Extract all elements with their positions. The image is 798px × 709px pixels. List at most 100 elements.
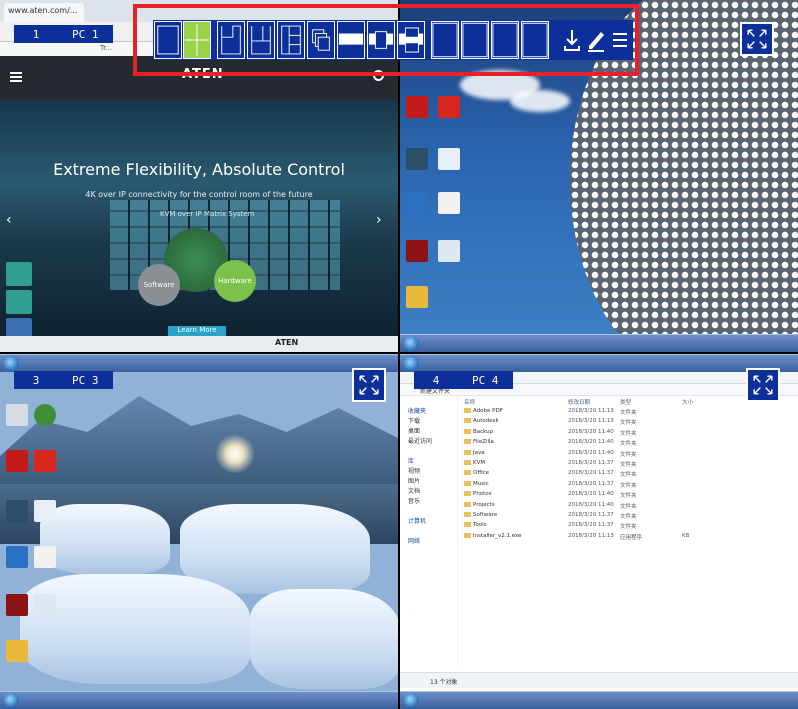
pen-button[interactable] — [585, 26, 607, 54]
expand-view-button[interactable] — [352, 368, 386, 402]
port-number: 1 — [32, 27, 40, 41]
nav-item[interactable]: 文档 — [400, 486, 457, 496]
header-size[interactable]: 大小 — [682, 398, 693, 406]
nav-item[interactable]: 收藏夹 — [400, 406, 457, 416]
file-row[interactable]: Tools 2018/3/20 11:37 文件夹 — [464, 522, 794, 532]
file-row[interactable]: Office 2018/3/20 11:37 文件夹 — [464, 470, 794, 480]
pip-multi-icon — [251, 26, 271, 55]
port-1-layout-button[interactable] — [431, 21, 459, 59]
taskbar — [0, 691, 398, 709]
desktop-icon-adobe[interactable] — [402, 96, 432, 120]
port-4-view[interactable]: 新建文件夹 收藏夹 下载 桌面 最近访问库视频 图片 文档 音乐 计算机 网络 名称 修改日期 … — [400, 354, 798, 709]
start-button[interactable] — [4, 693, 19, 708]
store-icon[interactable] — [6, 290, 32, 314]
nav-item[interactable]: 桌面 — [400, 426, 457, 436]
file-date: 2018/3/20 11:37 — [568, 480, 614, 487]
kvm-multiview-screen: www.aten.com/... Tr... ATEN Extreme Flex… — [0, 0, 798, 709]
desktop-icon-app[interactable] — [402, 240, 432, 264]
desktop-icon-doc[interactable] — [434, 148, 464, 172]
cascade-icon — [312, 29, 330, 51]
nav-item[interactable]: 网络 — [400, 536, 457, 546]
desktop-icon-camera[interactable] — [2, 500, 32, 524]
grid-three-button[interactable] — [277, 21, 305, 59]
menu-button[interactable] — [609, 26, 631, 54]
start-button[interactable] — [4, 356, 19, 371]
nav-item[interactable]: 图片 — [400, 476, 457, 486]
file-name: Tools — [464, 522, 487, 528]
nav-item[interactable]: 计算机 — [400, 516, 457, 526]
expand-view-button[interactable] — [746, 368, 780, 402]
desktop-icon-network[interactable] — [2, 546, 32, 570]
desktop-icon-app[interactable] — [2, 594, 32, 618]
nav-item[interactable]: 最近访问 — [400, 436, 457, 446]
pip-top-right-button[interactable] — [217, 21, 245, 59]
hero-caption: KVM over IP Matrix System — [160, 210, 255, 218]
browser-tab[interactable]: www.aten.com/... — [4, 3, 84, 22]
desktop-icon-adobe[interactable] — [2, 450, 32, 474]
start-button[interactable] — [404, 356, 419, 371]
file-row[interactable]: Java 2018/3/20 11:40 文件夹 — [464, 449, 794, 460]
folder-icon — [464, 480, 471, 486]
desktop-icon-doc[interactable] — [30, 500, 60, 524]
file-row[interactable]: Software 2018/3/20 11:37 文件夹 — [464, 511, 794, 522]
wallpaper-sun — [215, 434, 255, 474]
carousel-prev-icon[interactable]: ‹ — [6, 212, 12, 228]
nav-item[interactable]: 视频 — [400, 466, 457, 476]
file-name: Music — [464, 480, 489, 487]
location-icon[interactable] — [6, 262, 32, 286]
desktop-icon-folder[interactable] — [402, 286, 432, 310]
desktop-icon-file[interactable] — [30, 594, 60, 618]
split-horizontal-button[interactable] — [337, 21, 365, 59]
quad-view-button[interactable] — [183, 21, 211, 59]
file-row[interactable]: Music 2018/3/20 11:37 文件夹 — [464, 480, 794, 491]
nav-item[interactable]: 库 — [400, 456, 457, 466]
port-label-1: 1 PC 1 — [14, 25, 113, 43]
header-type[interactable]: 类型 — [620, 398, 631, 406]
nav-item[interactable]: 音乐 — [400, 496, 457, 506]
desktop-icon-pdf[interactable] — [30, 546, 60, 570]
single-view-button[interactable] — [154, 21, 182, 59]
download-button[interactable] — [561, 26, 583, 54]
file-name: Office — [464, 470, 489, 476]
port-4-layout-button[interactable] — [521, 21, 549, 59]
cascade-button[interactable] — [307, 21, 335, 59]
page-footer-strip: ATEN — [0, 336, 398, 352]
desktop-icon-filezilla[interactable] — [434, 96, 464, 120]
pip-multi-button[interactable] — [247, 21, 275, 59]
file-type: 文件夹 — [620, 420, 637, 427]
desktop-icon-file[interactable] — [434, 240, 464, 264]
file-row[interactable]: Projects 2018/3/20 11:40 文件夹 — [464, 501, 794, 512]
desktop-icon-filezilla[interactable] — [30, 450, 60, 474]
start-button[interactable] — [404, 336, 419, 351]
desktop-icon-pdf[interactable] — [434, 192, 464, 216]
port-2-layout-button[interactable] — [461, 21, 489, 59]
desktop-icon-network[interactable] — [402, 192, 432, 216]
header-date[interactable]: 修改日期 — [568, 398, 590, 406]
split-triple-button[interactable] — [397, 21, 425, 59]
desktop-icon-chrome[interactable] — [30, 404, 60, 428]
hamburger-menu-icon[interactable] — [10, 72, 22, 82]
file-name: KVM — [464, 459, 485, 466]
file-row[interactable]: Photos 2018/3/20 11:40 文件夹 — [464, 491, 794, 501]
file-row[interactable]: KVM 2018/3/20 11:37 文件夹 — [464, 459, 794, 470]
file-row[interactable]: Backup 2018/3/20 11:40 文件夹 — [464, 428, 794, 439]
nav-item[interactable]: 下载 — [400, 416, 457, 426]
split-horizontal-center-button[interactable] — [367, 21, 395, 59]
port-3-view[interactable]: 3 PC 3 — [0, 354, 398, 709]
carousel-next-icon[interactable]: › — [376, 212, 382, 228]
port-3-layout-button[interactable] — [491, 21, 519, 59]
new-folder-button[interactable]: 新建文件夹 — [420, 388, 450, 395]
file-row[interactable]: Autodesk 2018/3/20 11:13 文件夹 — [464, 418, 794, 428]
desktop-icon-folder[interactable] — [2, 640, 32, 664]
file-row[interactable]: FileZilla 2018/3/20 11:40 文件夹 — [464, 439, 794, 449]
split-triple-icon — [398, 27, 424, 53]
header-name[interactable]: 名称 — [464, 398, 475, 406]
file-row[interactable]: Installer_v2.1.exe 2018/3/20 11:13 应用程序 KB — [464, 532, 794, 543]
desktop-icon-camera[interactable] — [402, 148, 432, 172]
file-row[interactable]: Adobe PDF 2018/3/20 11:13 文件夹 — [464, 408, 794, 418]
desktop-icon-recycle[interactable] — [2, 404, 32, 428]
expand-view-button[interactable] — [740, 22, 774, 56]
port-name: PC 1 — [72, 27, 99, 41]
start-button[interactable] — [404, 693, 419, 708]
ice-block — [250, 589, 398, 689]
